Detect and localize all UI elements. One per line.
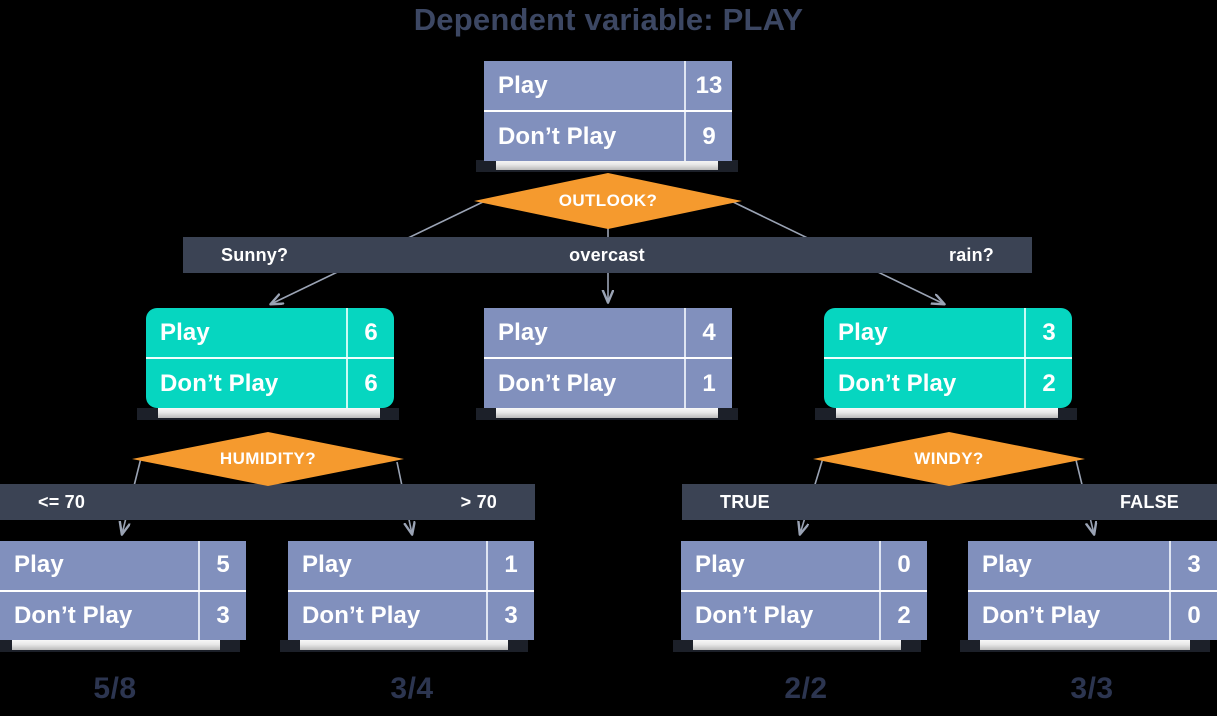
branch-label-windy-true-text: TRUE (720, 491, 770, 512)
fraction-windy-true: 2/2 (784, 672, 828, 705)
node-row-play: Play 3 (968, 541, 1217, 592)
node-row-dont-play: Don’t Play 3 (288, 591, 534, 640)
node-value-dont-play: 3 (486, 591, 534, 640)
branch-label-windy-false-text: FALSE (1119, 491, 1179, 512)
node-label-dont-play: Don’t Play (498, 122, 617, 150)
decision-windy[interactable]: WINDY? (813, 432, 1085, 486)
node-value-dont-play: 6 (346, 359, 394, 408)
node-row-play: Play 6 (146, 308, 394, 359)
node-value-dont-play: 3 (198, 591, 246, 640)
node-label-play: Play (982, 551, 1032, 579)
node-label-dont-play: Don’t Play (695, 601, 814, 629)
branch-label-humidity-gt70: > 70 (268, 484, 535, 520)
decision-outlook-label: OUTLOOK? (558, 191, 658, 210)
node-label-play: Play (14, 551, 64, 579)
node-row-dont-play: Don’t Play 3 (0, 591, 246, 640)
node-row-play: Play 5 (0, 541, 246, 592)
fraction-windy-false: 3/3 (1070, 672, 1114, 705)
node-label-play: Play (160, 318, 210, 346)
leaf-node-humidity-gt70[interactable]: Play 1 Don’t Play 3 (288, 541, 534, 640)
node-value-dont-play: 1 (684, 359, 732, 408)
branch-label-humidity-le70: <= 70 (0, 484, 268, 520)
decision-windy-label: WINDY? (914, 449, 984, 468)
node-row-play: Play 13 (484, 61, 732, 112)
node-label-play: Play (695, 551, 745, 579)
node-label-dont-play: Don’t Play (498, 369, 617, 397)
node-value-dont-play: 2 (879, 591, 927, 640)
branch-label-humidity-gt70-text: > 70 (460, 491, 497, 512)
branch-label-overcast: overcast (508, 237, 706, 273)
decision-tree-canvas: Dependent variable: PLAY Play 13 Don’t P… (0, 0, 1217, 716)
decision-humidity[interactable]: HUMIDITY? (132, 432, 404, 486)
node-row-play: Play 1 (288, 541, 534, 592)
node-overcast[interactable]: Play 4 Don’t Play 1 (484, 308, 732, 408)
fraction-humidity-le70: 5/8 (93, 672, 137, 705)
node-sunny[interactable]: Play 6 Don’t Play 6 (146, 308, 394, 408)
node-value-dont-play: 0 (1169, 591, 1217, 640)
node-label-play: Play (838, 318, 888, 346)
branch-label-overcast-text: overcast (569, 244, 645, 265)
node-label-dont-play: Don’t Play (302, 601, 421, 629)
node-row-play: Play 3 (824, 308, 1072, 359)
node-row-dont-play: Don’t Play 2 (681, 591, 927, 640)
branch-label-sunny: Sunny? (183, 237, 513, 273)
node-label-play: Play (302, 551, 352, 579)
node-value-play: 13 (684, 61, 732, 110)
node-rain[interactable]: Play 3 Don’t Play 2 (824, 308, 1072, 408)
node-value-play: 3 (1169, 541, 1217, 590)
leaf-node-windy-false[interactable]: Play 3 Don’t Play 0 (968, 541, 1217, 640)
node-row-dont-play: Don’t Play 6 (146, 359, 394, 408)
leaf-node-humidity-le70[interactable]: Play 5 Don’t Play 3 (0, 541, 246, 640)
node-label-play: Play (498, 71, 548, 99)
branch-label-humidity-le70-text: <= 70 (38, 491, 86, 512)
node-value-play: 1 (486, 541, 534, 590)
branch-label-windy-true: TRUE (682, 484, 950, 520)
decision-outlook[interactable]: OUTLOOK? (474, 173, 742, 229)
decision-humidity-label: HUMIDITY? (219, 449, 317, 468)
node-row-dont-play: Don’t Play 9 (484, 112, 732, 161)
node-label-dont-play: Don’t Play (160, 369, 279, 397)
fraction-humidity-gt70: 3/4 (390, 672, 434, 705)
node-label-dont-play: Don’t Play (838, 369, 957, 397)
node-root[interactable]: Play 13 Don’t Play 9 (484, 61, 732, 161)
branch-label-rain: rain? (700, 237, 1032, 273)
branch-label-windy-false: FALSE (950, 484, 1217, 520)
node-value-play: 6 (346, 308, 394, 357)
branch-label-rain-text: rain? (948, 244, 994, 265)
node-label-dont-play: Don’t Play (982, 601, 1101, 629)
leaf-node-windy-true[interactable]: Play 0 Don’t Play 2 (681, 541, 927, 640)
node-row-dont-play: Don’t Play 0 (968, 591, 1217, 640)
node-row-play: Play 0 (681, 541, 927, 592)
branch-label-sunny-text: Sunny? (221, 244, 289, 265)
node-value-play: 4 (684, 308, 732, 357)
node-value-dont-play: 2 (1024, 359, 1072, 408)
node-value-play: 3 (1024, 308, 1072, 357)
node-value-play: 5 (198, 541, 246, 590)
node-value-play: 0 (879, 541, 927, 590)
node-label-dont-play: Don’t Play (14, 601, 133, 629)
node-row-dont-play: Don’t Play 1 (484, 359, 732, 408)
node-value-dont-play: 9 (684, 112, 732, 161)
node-row-play: Play 4 (484, 308, 732, 359)
node-label-play: Play (498, 318, 548, 346)
page-title: Dependent variable: PLAY (413, 2, 804, 37)
node-row-dont-play: Don’t Play 2 (824, 359, 1072, 408)
